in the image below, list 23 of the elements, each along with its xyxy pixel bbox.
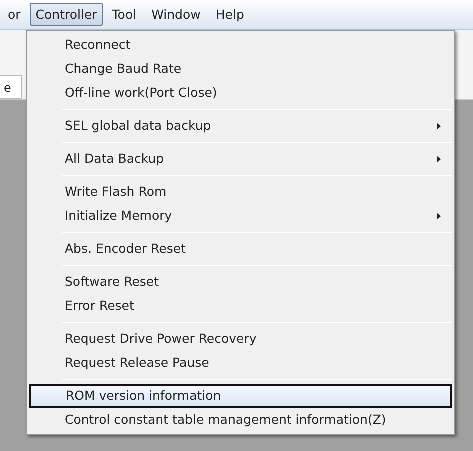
menu-item[interactable]: Off-line work(Port Close) xyxy=(29,81,452,105)
menu-item[interactable]: Request Drive Power Recovery xyxy=(29,327,452,351)
submenu-arrow-icon xyxy=(437,156,441,162)
menu-item[interactable]: Tool xyxy=(106,3,143,26)
menu-item[interactable]: Abs. Encoder Reset xyxy=(29,237,452,261)
submenu-arrow-icon xyxy=(437,122,441,130)
menu-item[interactable]: Error Reset xyxy=(29,294,452,318)
menu-item[interactable]: Initialize Memory xyxy=(29,204,452,228)
submenu-arrow-icon xyxy=(437,212,441,220)
menu-item[interactable]: Software Reset xyxy=(29,270,452,294)
menu-item[interactable]: Control constant table management information(Z) xyxy=(29,408,452,432)
menu-item[interactable]: All Data Backup xyxy=(29,147,452,171)
menu-item[interactable]: ROM version information xyxy=(29,384,452,408)
menu-item[interactable]: Window xyxy=(146,3,207,26)
menu-item[interactable]: Help xyxy=(210,3,250,26)
menu-item[interactable]: Reconnect xyxy=(29,33,452,57)
menu-item[interactable]: Write Flash Rom xyxy=(29,180,452,204)
menu-item[interactable]: Controller xyxy=(30,3,104,26)
tab[interactable]: e xyxy=(0,75,22,99)
menu-item[interactable]: Request Release Pause xyxy=(29,351,452,375)
menu-item[interactable]: SEL global data backup xyxy=(29,114,452,138)
menu-item[interactable]: or xyxy=(2,3,27,26)
menu-item[interactable]: Change Baud Rate xyxy=(29,57,452,81)
